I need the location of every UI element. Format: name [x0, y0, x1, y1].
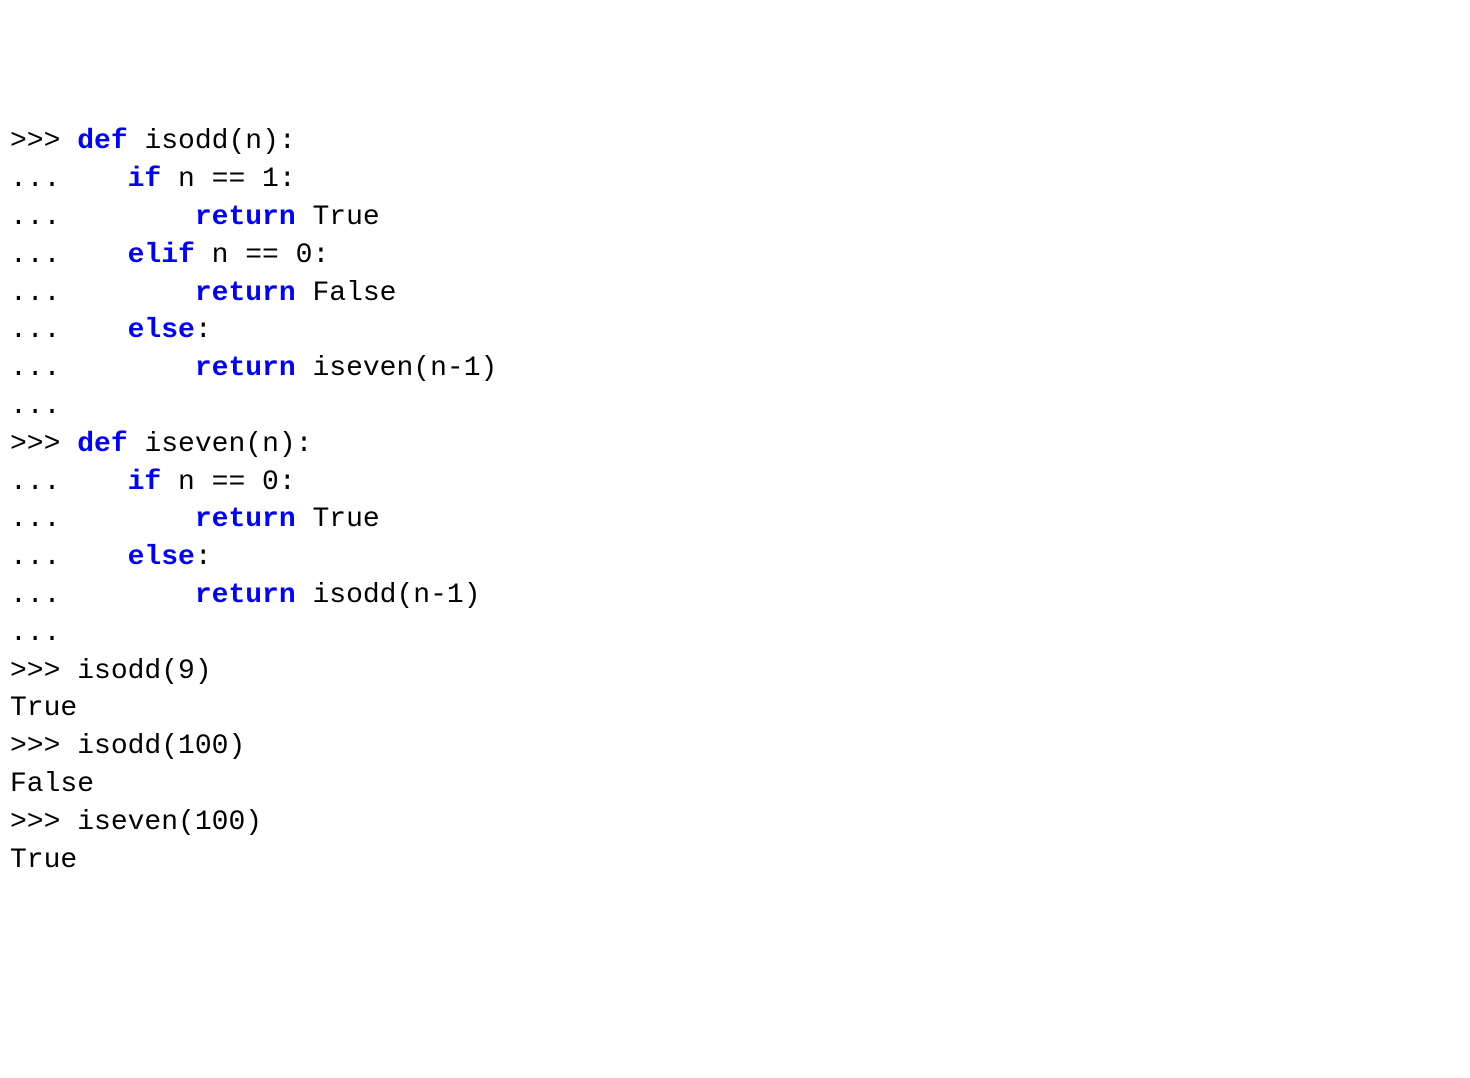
keyword-token: def [77, 429, 127, 460]
text-token: isodd(9) [77, 656, 211, 687]
text-token: False [10, 769, 94, 800]
text-token: n == 0: [161, 467, 295, 498]
code-line: ... return True [10, 501, 1460, 539]
prompt-token: ... [10, 202, 195, 233]
keyword-token: return [195, 580, 296, 611]
text-token: iseven(n): [128, 429, 313, 460]
text-token: True [296, 202, 380, 233]
code-line: ... [10, 388, 1460, 426]
prompt-token: ... [10, 542, 128, 573]
text-token: isodd(n): [128, 126, 296, 157]
code-line: >>> def iseven(n): [10, 426, 1460, 464]
code-line: >>> isodd(100) [10, 728, 1460, 766]
code-line: ... return isodd(n-1) [10, 577, 1460, 615]
prompt-token: ... [10, 240, 128, 271]
keyword-token: return [195, 353, 296, 384]
keyword-token: return [195, 278, 296, 309]
code-line: ... else: [10, 312, 1460, 350]
prompt-token: ... [10, 504, 195, 535]
code-line: ... else: [10, 539, 1460, 577]
text-token: n == 0: [195, 240, 329, 271]
keyword-token: def [77, 126, 127, 157]
prompt-token: ... [10, 391, 60, 422]
code-line: True [10, 842, 1460, 880]
prompt-token: >>> [10, 429, 77, 460]
code-line: >>> iseven(100) [10, 804, 1460, 842]
prompt-token: ... [10, 467, 128, 498]
prompt-token: ... [10, 164, 128, 195]
text-token: isodd(n-1) [296, 580, 481, 611]
code-line: False [10, 766, 1460, 804]
prompt-token: >>> [10, 656, 77, 687]
prompt-token: >>> [10, 731, 77, 762]
keyword-token: if [128, 467, 162, 498]
prompt-token: ... [10, 315, 128, 346]
keyword-token: else [128, 542, 195, 573]
text-token: True [10, 693, 77, 724]
text-token: : [195, 542, 212, 573]
code-line: ... return False [10, 275, 1460, 313]
text-token: iseven(100) [77, 807, 262, 838]
prompt-token: >>> [10, 126, 77, 157]
prompt-token: ... [10, 580, 195, 611]
text-token: True [10, 845, 77, 876]
text-token: True [296, 504, 380, 535]
code-line: ... return iseven(n-1) [10, 350, 1460, 388]
code-line: ... if n == 0: [10, 464, 1460, 502]
text-token: False [296, 278, 397, 309]
keyword-token: elif [128, 240, 195, 271]
text-token: : [195, 315, 212, 346]
code-line: >>> def isodd(n): [10, 123, 1460, 161]
keyword-token: if [128, 164, 162, 195]
keyword-token: return [195, 504, 296, 535]
prompt-token: ... [10, 353, 195, 384]
text-token: isodd(100) [77, 731, 245, 762]
prompt-token: ... [10, 278, 195, 309]
code-line: ... elif n == 0: [10, 237, 1460, 275]
text-token: n == 1: [161, 164, 295, 195]
code-line: >>> isodd(9) [10, 653, 1460, 691]
code-line: ... [10, 615, 1460, 653]
code-line: ... if n == 1: [10, 161, 1460, 199]
prompt-token: >>> [10, 807, 77, 838]
prompt-token: ... [10, 618, 60, 649]
keyword-token: return [195, 202, 296, 233]
code-line: True [10, 690, 1460, 728]
keyword-token: else [128, 315, 195, 346]
code-line: ... return True [10, 199, 1460, 237]
python-repl-session: >>> def isodd(n):... if n == 1:... retur… [10, 123, 1460, 879]
text-token: iseven(n-1) [296, 353, 498, 384]
